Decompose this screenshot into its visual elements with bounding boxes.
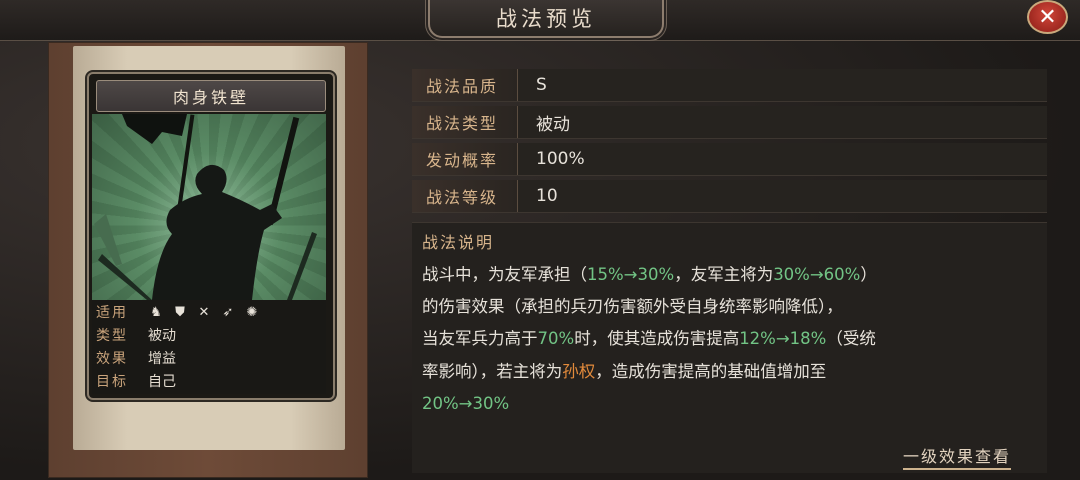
info-key-target: 目标 — [96, 374, 128, 390]
shield-icon: ⛊ — [175, 304, 185, 320]
description-title: 战法说明 — [422, 233, 495, 252]
cavalry-icon: ♞ — [150, 304, 162, 320]
stat-label: 战法品质 — [412, 69, 518, 101]
value-highlight: 12%→18% — [739, 329, 827, 348]
info-value-target: 自己 — [148, 374, 176, 390]
troop-type-icons: ♞ ⛊ ✕ ➶ ✺ — [148, 304, 260, 320]
description-line: 率影响），若主将为孙权，造成伤害提高的基础值增加至 — [422, 362, 827, 381]
description-line: 当友军兵力高于70%时，使其造成伤害提高12%→18%（受统 — [422, 329, 876, 348]
stat-value: 被动 — [536, 114, 570, 135]
info-value-effect: 增益 — [148, 351, 176, 367]
card-info-row: 类型 被动 — [96, 325, 176, 345]
description-line: 20%→30% — [422, 394, 510, 413]
info-key-applicable: 适用 — [96, 305, 128, 321]
card-name: 肉身铁壁 — [96, 80, 326, 112]
window-title: 战法预览 — [428, 0, 664, 38]
info-key-type: 类型 — [96, 328, 128, 344]
close-button[interactable]: ✕ — [1027, 0, 1068, 34]
spear-icon: ➶ — [222, 304, 234, 320]
card-info-row: 目标 自己 — [96, 371, 176, 391]
level-one-effect-link[interactable]: 一级效果查看 — [903, 443, 1012, 470]
stat-label: 发动概率 — [412, 143, 518, 175]
stat-label: 战法等级 — [412, 180, 518, 212]
value-highlight: 30%→60% — [773, 265, 861, 284]
stat-value: S — [536, 75, 547, 95]
info-key-effect: 效果 — [96, 351, 128, 367]
description-line: 战斗中，为友军承担（15%→30%，友军主将为30%→60%） — [422, 265, 877, 284]
stat-value: 10 — [536, 186, 558, 206]
value-highlight: 15%→30% — [587, 265, 675, 284]
crossed-swords-icon: ✕ — [198, 304, 210, 320]
card-artwork — [92, 114, 326, 300]
stat-row-type: 战法类型 被动 — [412, 106, 1047, 139]
close-icon: ✕ — [1038, 4, 1057, 30]
wheel-icon: ✺ — [246, 304, 258, 320]
description-line: 的伤害效果（承担的兵刃伤害额外受自身统率影响降低）， — [422, 297, 843, 316]
warrior-silhouette-icon — [94, 114, 317, 300]
card-info-row: 适用 ♞ ⛊ ✕ ➶ ✺ — [96, 302, 260, 322]
card-info-row: 效果 增益 — [96, 348, 176, 368]
stat-row-probability: 发动概率 100% — [412, 143, 1047, 176]
info-value-type: 被动 — [148, 328, 176, 344]
stat-row-level: 战法等级 10 — [412, 180, 1047, 213]
stat-label: 战法类型 — [412, 106, 518, 138]
value-highlight: 70% — [537, 329, 575, 348]
stat-value: 100% — [536, 149, 585, 169]
stat-row-quality: 战法品质 S — [412, 69, 1047, 102]
general-name-highlight: 孙权 — [562, 362, 596, 381]
